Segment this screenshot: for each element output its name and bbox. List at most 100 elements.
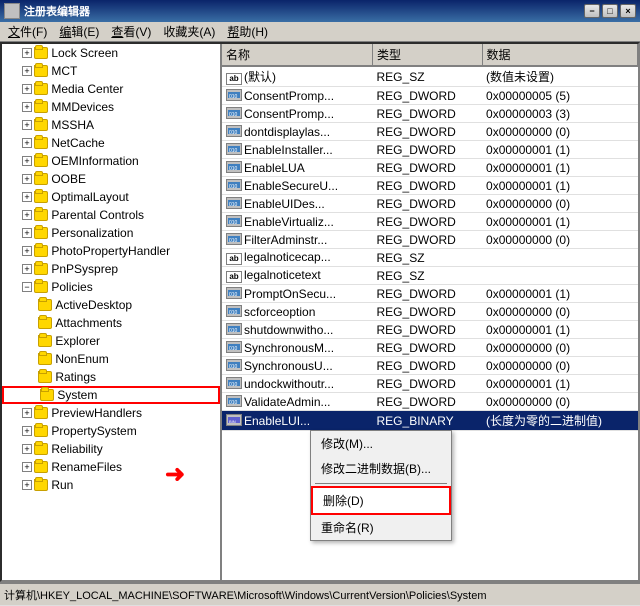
- context-menu-delete[interactable]: 删除(D): [311, 486, 451, 515]
- tree-item-attachments[interactable]: Attachments: [2, 314, 220, 332]
- svg-text:010: 010: [229, 400, 238, 406]
- context-menu-modify-binary[interactable]: 修改二进制数据(B)...: [311, 456, 451, 481]
- tree-item-pnpsysprep[interactable]: + PnPSysprep: [2, 260, 220, 278]
- tree-item-oobe[interactable]: + OOBE: [2, 170, 220, 188]
- context-menu-modify[interactable]: 修改(M)...: [311, 431, 451, 456]
- menu-view[interactable]: 查看(V): [105, 21, 157, 42]
- tree-item-policies[interactable]: − Policies: [2, 278, 220, 296]
- reg-cell-name[interactable]: 010 ConsentPromp...: [222, 87, 373, 105]
- reg-cell-data: 0x00000001 (1): [482, 375, 637, 393]
- registry-row[interactable]: 010 dontdisplaylas... REG_DWORD 0x000000…: [222, 123, 638, 141]
- tree-item-mssha[interactable]: + MSSHA: [2, 116, 220, 134]
- reg-cell-name[interactable]: 010 ConsentPromp...: [222, 105, 373, 123]
- reg-icon-dword: 010: [226, 125, 242, 137]
- tree-label: Parental Controls: [51, 208, 144, 222]
- menu-favorites[interactable]: 收藏夹(A): [157, 21, 221, 42]
- registry-row[interactable]: 010 PromptOnSecu... REG_DWORD 0x00000001…: [222, 285, 638, 303]
- reg-cell-name[interactable]: 010 EnableUIDes...: [222, 195, 373, 213]
- tree-item-propertysystem[interactable]: + PropertySystem: [2, 422, 220, 440]
- context-menu-rename[interactable]: 重命名(R): [311, 515, 451, 540]
- tree-item-mct[interactable]: + MCT: [2, 62, 220, 80]
- tree-item-run[interactable]: + Run: [2, 476, 220, 494]
- tree-label: OptimalLayout: [51, 190, 128, 204]
- registry-row[interactable]: BIN EnableLUI... REG_BINARY (长度为零的二进制值): [222, 411, 638, 431]
- registry-row[interactable]: 010 scforceoption REG_DWORD 0x00000000 (…: [222, 303, 638, 321]
- menu-file[interactable]: 文件(F): [2, 21, 53, 42]
- reg-cell-name[interactable]: 010 EnableInstaller...: [222, 141, 373, 159]
- registry-row[interactable]: 010 ConsentPromp... REG_DWORD 0x00000005…: [222, 87, 638, 105]
- tree-item-lockscreen[interactable]: + Lock Screen: [2, 44, 220, 62]
- registry-values-table: 名称 类型 数据 ab(默认) REG_SZ (数值未设置) 010 Conse…: [222, 44, 638, 431]
- reg-cell-name[interactable]: ab(默认): [222, 66, 373, 87]
- tree-item-mediacenter[interactable]: + Media Center: [2, 80, 220, 98]
- reg-cell-name[interactable]: ablegalnoticetext: [222, 267, 373, 285]
- tree-item-optimallayout[interactable]: + OptimalLayout: [2, 188, 220, 206]
- registry-row[interactable]: 010 EnableSecureU... REG_DWORD 0x0000000…: [222, 177, 638, 195]
- reg-icon-dword: 010: [226, 215, 242, 227]
- svg-text:010: 010: [229, 148, 238, 154]
- registry-tree[interactable]: + Lock Screen + MCT + Media Center + MMD…: [2, 44, 222, 580]
- reg-cell-name[interactable]: ablegalnoticecap...: [222, 249, 373, 267]
- reg-cell-name[interactable]: 010 dontdisplaylas...: [222, 123, 373, 141]
- reg-cell-name[interactable]: 010 EnableLUA: [222, 159, 373, 177]
- tree-item-renamefiles[interactable]: + RenameFiles: [2, 458, 220, 476]
- registry-row[interactable]: 010 EnableUIDes... REG_DWORD 0x00000000 …: [222, 195, 638, 213]
- reg-cell-data: (数值未设置): [482, 66, 637, 87]
- tree-item-activedesktop[interactable]: ActiveDesktop: [2, 296, 220, 314]
- registry-row[interactable]: 010 FilterAdminstr... REG_DWORD 0x000000…: [222, 231, 638, 249]
- reg-icon-binary: BIN: [226, 414, 242, 426]
- registry-row[interactable]: 010 SynchronousM... REG_DWORD 0x00000000…: [222, 339, 638, 357]
- reg-cell-data: [482, 249, 637, 267]
- tree-label: PropertySystem: [51, 424, 136, 438]
- reg-cell-name[interactable]: 010 ValidateAdmin...: [222, 393, 373, 411]
- registry-row[interactable]: 010 EnableLUA REG_DWORD 0x00000001 (1): [222, 159, 638, 177]
- registry-row[interactable]: ablegalnoticetext REG_SZ: [222, 267, 638, 285]
- reg-cell-name[interactable]: 010 shutdownwitho...: [222, 321, 373, 339]
- registry-row[interactable]: 010 SynchronousU... REG_DWORD 0x00000000…: [222, 357, 638, 375]
- registry-row[interactable]: 010 shutdownwitho... REG_DWORD 0x0000000…: [222, 321, 638, 339]
- registry-row[interactable]: 010 undockwithoutr... REG_DWORD 0x000000…: [222, 375, 638, 393]
- reg-cell-type: REG_DWORD: [373, 123, 483, 141]
- tree-item-mmdevices[interactable]: + MMDevices: [2, 98, 220, 116]
- registry-row[interactable]: ablegalnoticecap... REG_SZ: [222, 249, 638, 267]
- reg-cell-name[interactable]: 010 SynchronousM...: [222, 339, 373, 357]
- tree-item-ratings[interactable]: Ratings: [2, 368, 220, 386]
- reg-cell-data: 0x00000000 (0): [482, 339, 637, 357]
- menu-help[interactable]: 帮助(H): [221, 21, 274, 42]
- registry-row[interactable]: 010 EnableInstaller... REG_DWORD 0x00000…: [222, 141, 638, 159]
- reg-cell-name[interactable]: 010 scforceoption: [222, 303, 373, 321]
- tree-item-reliability[interactable]: + Reliability: [2, 440, 220, 458]
- expand-icon: +: [22, 48, 32, 58]
- folder-icon: [38, 335, 52, 347]
- reg-cell-data: 0x00000000 (0): [482, 303, 637, 321]
- minimize-button[interactable]: −: [584, 4, 600, 18]
- registry-row[interactable]: 010 ValidateAdmin... REG_DWORD 0x0000000…: [222, 393, 638, 411]
- tree-item-photoproperty[interactable]: + PhotoPropertyHandler: [2, 242, 220, 260]
- tree-label: OOBE: [51, 172, 86, 186]
- tree-item-personalization[interactable]: + Personalization: [2, 224, 220, 242]
- tree-label: PhotoPropertyHandler: [51, 244, 170, 258]
- tree-item-netcache[interactable]: + NetCache: [2, 134, 220, 152]
- menu-edit[interactable]: 编辑(E): [53, 21, 105, 42]
- tree-item-oeminformation[interactable]: + OEMInformation: [2, 152, 220, 170]
- reg-icon-dword: 010: [226, 323, 242, 335]
- close-button[interactable]: ×: [620, 4, 636, 18]
- tree-item-system[interactable]: System: [2, 386, 220, 404]
- reg-cell-name[interactable]: 010 undockwithoutr...: [222, 375, 373, 393]
- folder-icon: [38, 353, 52, 365]
- reg-cell-name[interactable]: BIN EnableLUI...: [222, 411, 373, 431]
- reg-cell-name[interactable]: 010 SynchronousU...: [222, 357, 373, 375]
- tree-item-explorer[interactable]: Explorer: [2, 332, 220, 350]
- tree-item-nonenum[interactable]: NonEnum: [2, 350, 220, 368]
- tree-item-previewhandlers[interactable]: + PreviewHandlers: [2, 404, 220, 422]
- reg-cell-name[interactable]: 010 EnableSecureU...: [222, 177, 373, 195]
- registry-row[interactable]: 010 ConsentPromp... REG_DWORD 0x00000003…: [222, 105, 638, 123]
- reg-cell-name[interactable]: 010 FilterAdminstr...: [222, 231, 373, 249]
- tree-item-parentalcontrols[interactable]: + Parental Controls: [2, 206, 220, 224]
- maximize-button[interactable]: □: [602, 4, 618, 18]
- reg-cell-name[interactable]: 010 EnableVirtualiz...: [222, 213, 373, 231]
- registry-row[interactable]: ab(默认) REG_SZ (数值未设置): [222, 66, 638, 87]
- reg-icon-dword: 010: [226, 197, 242, 209]
- reg-cell-name[interactable]: 010 PromptOnSecu...: [222, 285, 373, 303]
- registry-row[interactable]: 010 EnableVirtualiz... REG_DWORD 0x00000…: [222, 213, 638, 231]
